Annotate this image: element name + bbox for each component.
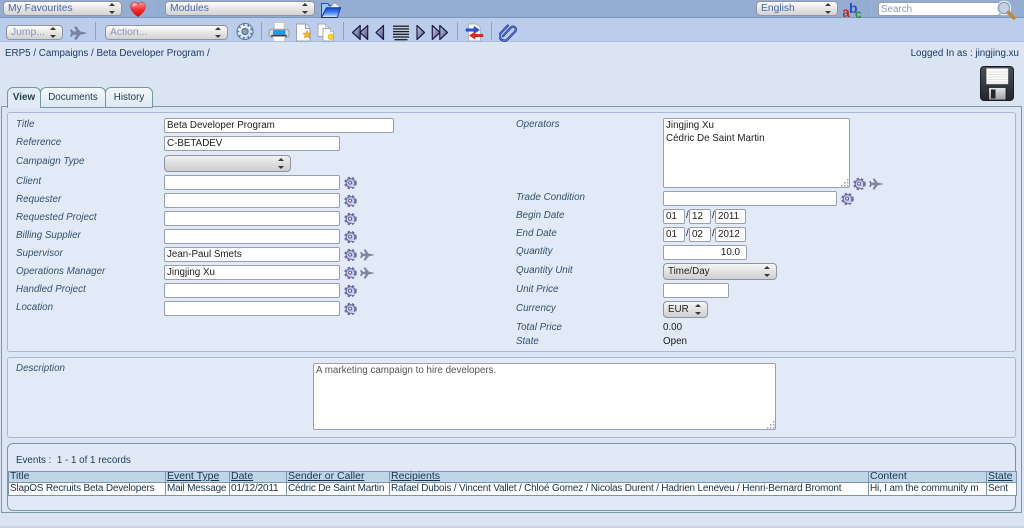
svg-text:c: c [855,7,862,19]
